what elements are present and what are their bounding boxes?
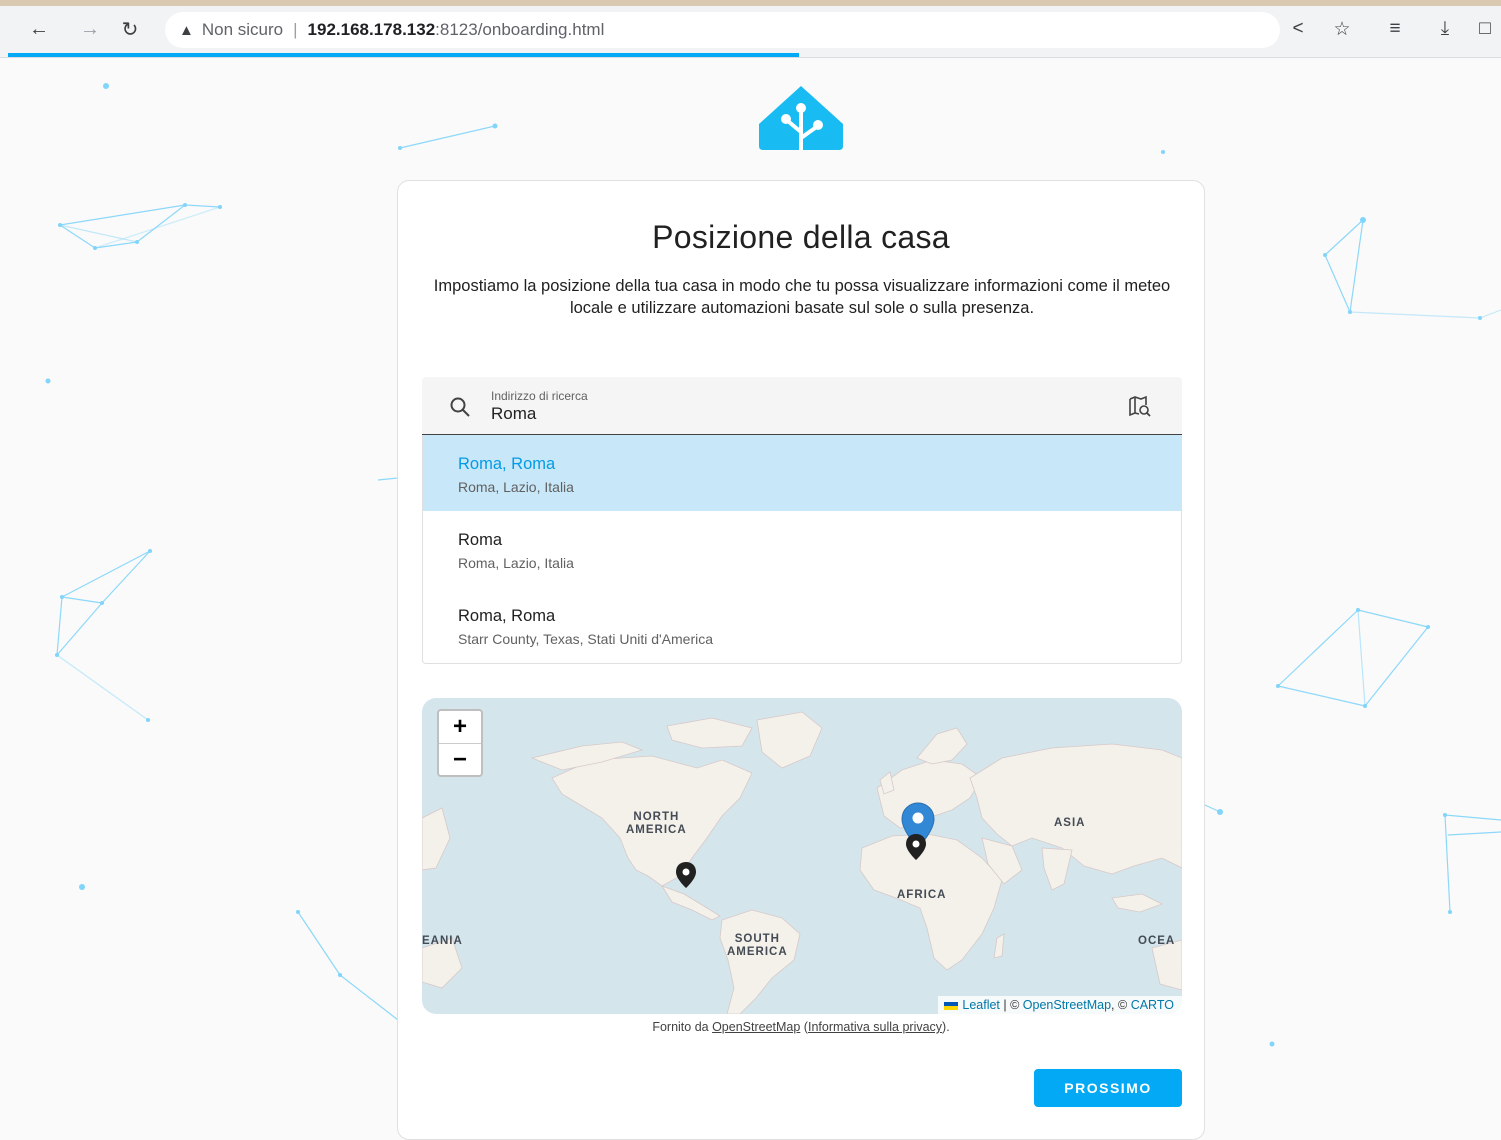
tab-strip <box>0 0 1501 6</box>
location-pin-rome[interactable] <box>905 833 927 861</box>
browser-toolbar: ← → ↻ ▲ Non sicuro | 192.168.178.132 :81… <box>0 0 1501 58</box>
credit-suffix: ). <box>942 1020 950 1034</box>
zoom-in-button[interactable]: + <box>439 711 481 744</box>
onboarding-card: Posizione della casa Impostiamo la posiz… <box>397 180 1205 1140</box>
leaflet-link[interactable]: Leaflet <box>962 998 1000 1012</box>
attribution-separator-2: , © <box>1111 998 1131 1012</box>
side-panel-icon[interactable]: □ <box>1470 14 1500 44</box>
loading-progress-bar <box>8 53 800 57</box>
suggestion-title: Roma, Roma <box>458 455 556 473</box>
label-africa: AFRICA <box>897 889 947 901</box>
warning-icon[interactable]: ▲ <box>179 22 194 39</box>
suggestion-subtitle: Starr County, Texas, Stati Uniti d'Ameri… <box>458 631 714 647</box>
address-search-field[interactable]: Indirizzo di ricerca <box>422 377 1182 435</box>
download-icon[interactable]: ⤓ <box>1430 14 1460 44</box>
share-icon[interactable]: < <box>1283 14 1313 44</box>
search-label: Indirizzo di ricerca <box>491 389 588 403</box>
privacy-link[interactable]: Informativa sulla privacy <box>808 1020 942 1034</box>
suggestion-item[interactable]: Roma, Roma Roma, Lazio, Italia <box>423 435 1181 511</box>
map-credit: Fornito da OpenStreetMap (Informativa su… <box>398 1020 1204 1034</box>
reading-list-icon[interactable]: ≡ <box>1380 14 1410 44</box>
zoom-control: + − <box>437 709 483 777</box>
attribution-separator: | © <box>999 998 1023 1012</box>
star-icon[interactable]: ☆ <box>1327 14 1357 44</box>
reload-icon[interactable]: ↻ <box>115 14 145 44</box>
home-assistant-logo <box>759 86 843 150</box>
location-pin-texas[interactable] <box>675 861 697 889</box>
forward-icon[interactable]: → <box>75 14 105 44</box>
security-label[interactable]: Non sicuro <box>202 20 283 40</box>
next-button[interactable]: PROSSIMO <box>1034 1069 1182 1107</box>
separator: | <box>293 20 298 39</box>
intro-text: Impostiamo la posizione della tua casa i… <box>433 277 1171 317</box>
label-asia: ASIA <box>1054 817 1086 829</box>
suggestion-subtitle: Roma, Lazio, Italia <box>458 555 574 571</box>
credit-mid: ( <box>800 1020 808 1034</box>
location-map[interactable]: + − NORTH AMERICA ASIA AFRICA SOUTH AMER… <box>422 698 1182 1014</box>
back-icon[interactable]: ← <box>24 14 54 44</box>
zoom-out-button[interactable]: − <box>439 744 481 776</box>
suggestion-title: Roma, Roma <box>458 607 556 625</box>
openstreetmap-link[interactable]: OpenStreetMap <box>1023 998 1111 1012</box>
address-bar[interactable]: ▲ Non sicuro | 192.168.178.132 :8123/onb… <box>165 12 1280 48</box>
suggestion-title: Roma <box>458 531 503 549</box>
label-oceania-left: EANIA <box>422 935 463 947</box>
suggestion-item[interactable]: Roma, Roma Starr County, Texas, Stati Un… <box>423 587 1181 663</box>
suggestion-item[interactable]: Roma Roma, Lazio, Italia <box>423 511 1181 587</box>
suggestion-subtitle: Roma, Lazio, Italia <box>458 479 574 495</box>
label-north-america: NORTH AMERICA <box>626 811 687 836</box>
map-search-icon[interactable] <box>1127 394 1153 420</box>
ukraine-flag-icon <box>944 1001 959 1010</box>
label-oceania-right: OCEA <box>1138 935 1176 947</box>
label-south-america: SOUTH AMERICA <box>727 933 788 958</box>
suggestions-list: Roma, Roma Roma, Lazio, Italia Roma Roma… <box>422 435 1182 664</box>
search-icon <box>450 397 470 417</box>
page-title: Posizione della casa <box>652 219 950 255</box>
carto-link[interactable]: CARTO <box>1131 998 1174 1012</box>
credit-prefix: Fornito da <box>652 1020 713 1034</box>
map-attribution: Leaflet | © OpenStreetMap, © CARTO <box>938 996 1182 1014</box>
url-host[interactable]: 192.168.178.132 <box>308 20 436 40</box>
url-path[interactable]: :8123/onboarding.html <box>435 20 604 40</box>
search-input[interactable] <box>491 403 1091 425</box>
credit-osm-link[interactable]: OpenStreetMap <box>712 1020 800 1034</box>
world-map-tiles[interactable] <box>422 698 1182 1014</box>
